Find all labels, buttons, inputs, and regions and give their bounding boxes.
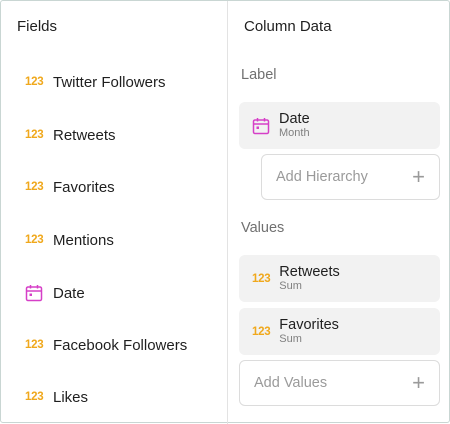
add-hierarchy-button[interactable]: Add Hierarchy +: [261, 154, 440, 200]
chip-subtitle: Sum: [279, 280, 302, 292]
value-chip-favorites[interactable]: 123 Favorites Sum: [239, 308, 440, 355]
field-item-date[interactable]: Date: [1, 269, 227, 317]
number-icon: 123: [25, 181, 44, 193]
chip-subtitle: Sum: [279, 333, 302, 345]
field-label: Mentions: [53, 231, 114, 249]
add-values-button[interactable]: Add Values +: [239, 360, 440, 406]
field-label: Likes: [53, 388, 89, 406]
value-chip-retweets[interactable]: 123 Retweets Sum: [239, 255, 440, 302]
number-icon: 123: [25, 234, 44, 246]
field-label: Twitter Followers: [53, 73, 166, 91]
calendar-icon: [252, 117, 270, 135]
pivot-editor: Fields 123 Twitter Followers 123 Retweet…: [0, 0, 450, 424]
field-label: Favorites: [53, 178, 115, 196]
field-item-likes[interactable]: 123 Likes: [1, 373, 227, 421]
chip-title: Date: [279, 111, 310, 127]
plus-icon: +: [412, 164, 425, 189]
field-item-facebook-followers[interactable]: 123 Facebook Followers: [1, 321, 227, 369]
field-item-mentions[interactable]: 123 Mentions: [1, 216, 227, 264]
number-icon: 123: [25, 76, 44, 88]
fields-title: Fields: [17, 18, 58, 35]
field-item-twitter-followers[interactable]: 123 Twitter Followers: [1, 58, 227, 106]
number-icon: 123: [25, 339, 44, 351]
add-hierarchy-placeholder: Add Hierarchy: [276, 169, 368, 185]
number-icon: 123: [252, 272, 271, 285]
label-chip-date[interactable]: Date Month: [239, 102, 440, 149]
field-label: Facebook Followers: [53, 336, 188, 354]
column-data-title: Column Data: [244, 18, 332, 35]
number-icon: 123: [252, 325, 271, 338]
field-item-favorites[interactable]: 123 Favorites: [1, 163, 227, 211]
fields-panel: Fields 123 Twitter Followers 123 Retweet…: [1, 1, 228, 424]
values-section-heading: Values: [241, 220, 285, 236]
calendar-icon: [25, 284, 47, 302]
number-icon: 123: [25, 129, 44, 141]
plus-icon: +: [412, 370, 425, 395]
chip-title: Retweets: [279, 264, 340, 280]
number-icon: 123: [25, 391, 44, 403]
field-item-retweets[interactable]: 123 Retweets: [1, 111, 227, 159]
column-data-panel: Column Data Label Date Month Add Hierarc…: [229, 1, 450, 424]
field-label: Date: [53, 284, 85, 302]
chip-subtitle: Month: [279, 127, 310, 139]
chip-title: Favorites: [279, 317, 339, 333]
label-section-heading: Label: [241, 67, 277, 83]
add-values-placeholder: Add Values: [254, 375, 328, 391]
field-label: Retweets: [53, 126, 116, 144]
